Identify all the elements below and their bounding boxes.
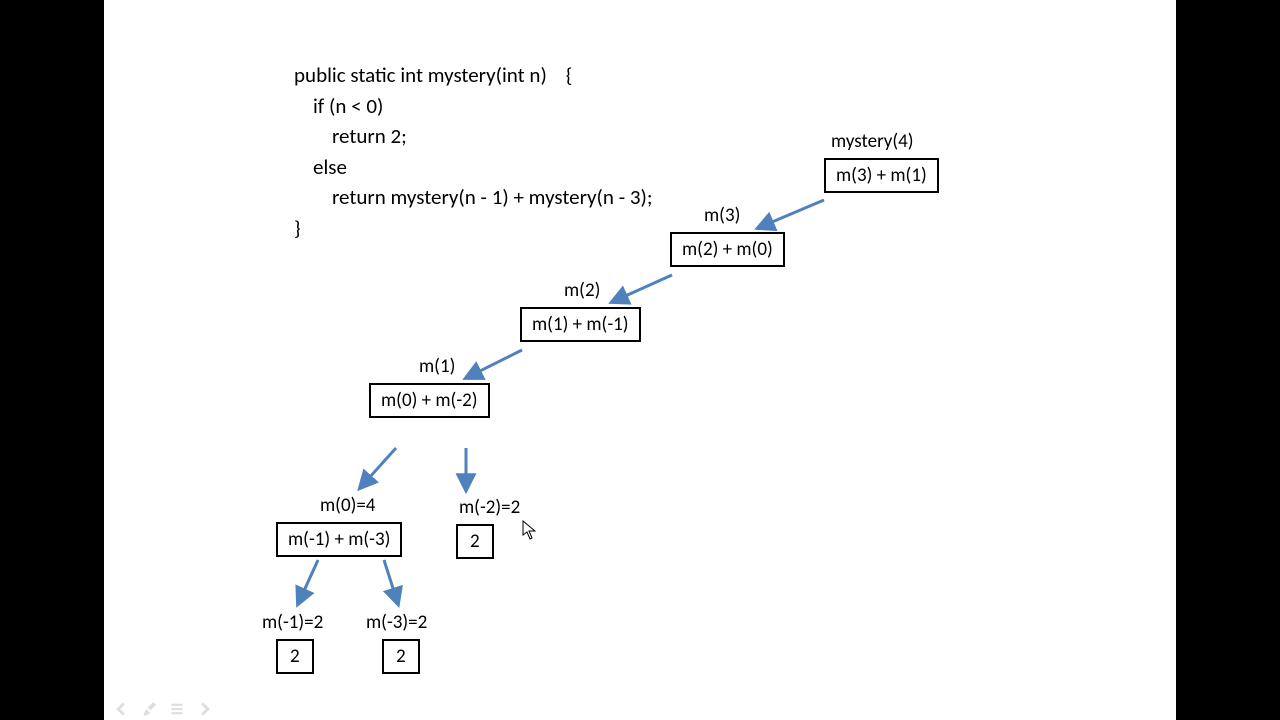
node-label: m(-2)=2 [459, 496, 520, 519]
node-box: 2 [456, 524, 494, 559]
node-label: m(-3)=2 [366, 611, 427, 634]
next-slide-icon[interactable] [196, 700, 214, 718]
node-box: 2 [276, 639, 314, 674]
node-label: m(0)=4 [320, 494, 375, 517]
pen-icon[interactable] [140, 700, 158, 718]
mouse-cursor-icon [522, 520, 538, 540]
node-label: mystery(4) [831, 130, 914, 153]
node-box: m(2) + m(0) [670, 232, 785, 267]
presentation-toolbar [112, 700, 214, 718]
node-box: m(0) + m(-2) [369, 383, 490, 418]
node-label: m(3) [704, 204, 740, 227]
arrow [360, 448, 396, 488]
prev-slide-icon[interactable] [112, 700, 130, 718]
arrow [758, 200, 824, 228]
slide-canvas: public static int mystery(int n) { if (n… [104, 0, 1176, 720]
code-line: if (n < 0) [294, 93, 383, 119]
code-line: else [294, 154, 347, 180]
node-box: 2 [382, 639, 420, 674]
arrow [466, 350, 522, 378]
node-box: m(-1) + m(-3) [276, 522, 402, 557]
arrow [612, 275, 672, 302]
node-label: m(-1)=2 [262, 611, 323, 634]
node-box: m(3) + m(1) [824, 158, 939, 193]
node-box: m(1) + m(-1) [520, 307, 641, 342]
code-line: public static int mystery(int n) { [294, 62, 572, 88]
arrow [384, 560, 398, 604]
node-label: m(2) [564, 279, 600, 302]
code-block: public static int mystery(int n) { if (n… [294, 30, 653, 274]
code-line: return mystery(n - 1) + mystery(n - 3); [294, 184, 653, 210]
node-label: m(1) [419, 355, 455, 378]
arrow [298, 560, 318, 604]
menu-icon[interactable] [168, 700, 186, 718]
code-line: } [294, 215, 301, 241]
code-line: return 2; [294, 123, 407, 149]
